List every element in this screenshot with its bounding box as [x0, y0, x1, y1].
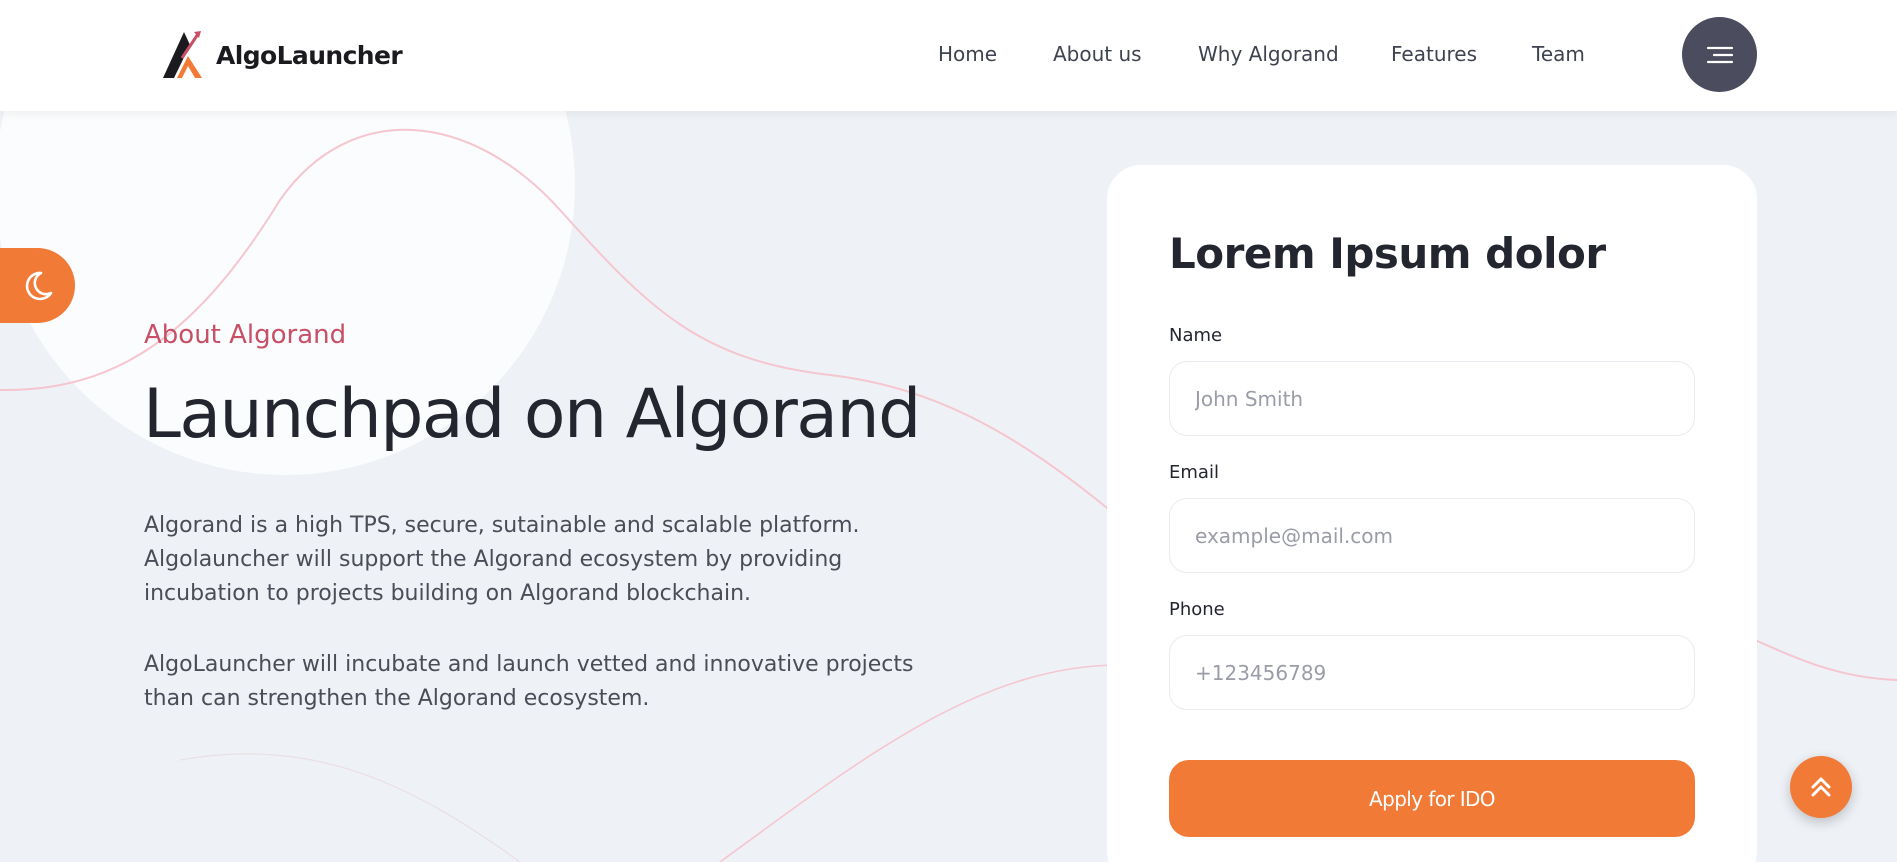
hamburger-icon — [1706, 46, 1733, 63]
apply-for-ido-button[interactable]: Apply for IDO — [1169, 760, 1695, 837]
theme-toggle-button[interactable] — [0, 248, 75, 323]
logo-text: AlgoLauncher — [216, 40, 403, 70]
double-chevron-up-icon — [1811, 777, 1831, 797]
hero-paragraph-2: AlgoLauncher will incubate and launch ve… — [144, 652, 914, 711]
email-input[interactable] — [1169, 498, 1695, 573]
logo[interactable]: AlgoLauncher — [160, 28, 403, 82]
email-label: Email — [1169, 462, 1219, 483]
phone-input[interactable] — [1169, 635, 1695, 710]
menu-button[interactable] — [1682, 17, 1757, 92]
site-header: AlgoLauncher Home About us Why Algorand … — [0, 0, 1897, 111]
nav-item-features[interactable]: Features — [1391, 40, 1477, 68]
ido-application-form: Lorem Ipsum dolor Name Email Phone Apply… — [1107, 165, 1757, 862]
nav-item-home[interactable]: Home — [938, 40, 997, 68]
logo-mark-icon — [163, 31, 202, 78]
nav-item-team[interactable]: Team — [1532, 40, 1585, 68]
phone-label: Phone — [1169, 599, 1225, 620]
form-title: Lorem Ipsum dolor — [1169, 229, 1606, 278]
moon-icon — [25, 271, 52, 300]
scroll-to-top-button[interactable] — [1790, 756, 1852, 818]
hero-paragraph-1: Algorand is a high TPS, secure, sutainab… — [144, 513, 860, 606]
hero-eyebrow: About Algorand — [144, 320, 347, 350]
nav-item-about-us[interactable]: About us — [1053, 40, 1142, 68]
name-input[interactable] — [1169, 361, 1695, 436]
hero-title: Launchpad on Algorand — [143, 375, 921, 454]
nav-item-why-algorand[interactable]: Why Algorand — [1198, 40, 1339, 68]
name-label: Name — [1169, 325, 1223, 346]
